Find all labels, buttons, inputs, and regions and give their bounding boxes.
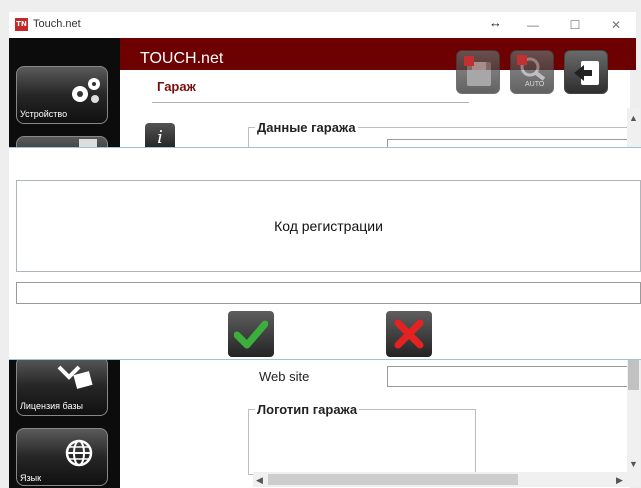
sidebar-item-label: Язык	[20, 473, 42, 483]
auto-badge: AUTO	[525, 81, 545, 88]
app-name: TOUCH.net	[140, 50, 224, 67]
page-title: Гараж	[157, 79, 196, 94]
scroll-down-icon[interactable]: ▼	[629, 459, 638, 469]
window-title: Touch.net	[33, 18, 81, 30]
checkmark-icon	[234, 320, 268, 349]
logo-legend: Логотип гаража	[255, 402, 360, 417]
license-icon	[57, 365, 93, 389]
registration-code-input[interactable]	[16, 282, 641, 304]
search-auto-icon	[517, 55, 546, 81]
garage-data-legend: Данные гаража	[255, 120, 358, 135]
title-divider	[152, 102, 469, 103]
resize-icon: ↔	[489, 15, 502, 30]
logo-group	[248, 409, 476, 475]
sidebar-item-device[interactable]: Устройство	[16, 66, 108, 124]
scroll-left-icon[interactable]: ◀	[256, 475, 263, 486]
sidebar-item-label: Устройство	[20, 109, 68, 119]
website-input[interactable]	[387, 366, 628, 387]
website-label: Web site	[259, 369, 310, 384]
sidebar-item-database-license[interactable]: Лицензия базы	[16, 356, 108, 416]
cross-icon	[394, 319, 424, 349]
sidebar-item-language[interactable]: Язык	[16, 428, 108, 486]
dialog-message: Код регистрации	[274, 218, 383, 234]
save-button[interactable]	[456, 50, 500, 94]
sidebar-item-label: Лицензия базы	[20, 401, 83, 411]
maximize-button[interactable]: ☐	[560, 16, 590, 34]
window-title-bar: TN Touch.net ↔ — ☐ ✕	[9, 12, 636, 38]
app-icon: TN	[15, 18, 28, 31]
cancel-button[interactable]	[386, 311, 432, 357]
minimize-button[interactable]: —	[518, 16, 548, 34]
checkmark-stroke	[234, 320, 268, 349]
ok-button[interactable]	[228, 311, 274, 357]
scroll-right-icon[interactable]: ▶	[616, 475, 623, 486]
save-disabled-icon	[464, 56, 491, 86]
search-auto-button[interactable]: AUTO	[510, 50, 554, 94]
horizontal-scroll-thumb[interactable]	[268, 474, 518, 485]
cross-stroke	[394, 319, 424, 349]
globe-icon	[65, 439, 93, 467]
exit-button[interactable]	[564, 50, 608, 94]
exit-icon	[574, 61, 599, 85]
gears-icon	[72, 78, 100, 103]
scroll-up-icon[interactable]: ▲	[629, 113, 638, 123]
close-button[interactable]: ✕	[601, 16, 631, 34]
